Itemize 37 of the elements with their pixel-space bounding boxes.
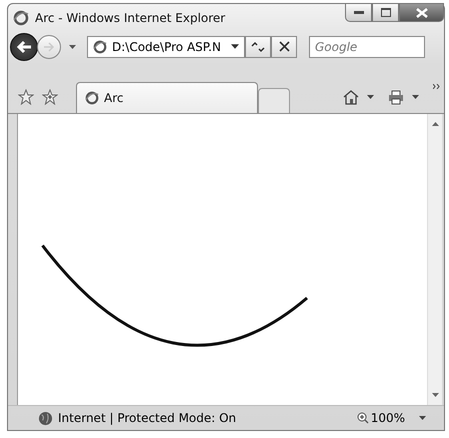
refresh-icon [251, 40, 265, 52]
printer-icon[interactable] [388, 89, 404, 105]
chevron-icon[interactable] [433, 84, 441, 89]
dropdown-caret-icon[interactable] [69, 44, 76, 48]
refresh-button[interactable] [245, 36, 271, 58]
home-icon[interactable] [343, 89, 359, 105]
maximize-icon [380, 8, 390, 17]
maximize-button[interactable] [372, 3, 399, 22]
globe-icon [85, 91, 99, 105]
address-field[interactable]: D:\Code\Pro ASP.N [87, 36, 245, 58]
globe-icon [38, 410, 53, 426]
dropdown-caret-icon[interactable] [367, 95, 374, 99]
security-zone-text: Internet | Protected Mode: On [58, 411, 236, 425]
add-star-icon[interactable] [42, 89, 58, 105]
dropdown-caret-icon[interactable] [419, 416, 426, 420]
globe-icon [13, 10, 29, 26]
back-button[interactable] [10, 32, 38, 60]
star-icon[interactable] [18, 89, 34, 105]
globe-icon [93, 40, 107, 54]
stop-icon [278, 41, 290, 52]
window-title: Arc - Windows Internet Explorer [35, 10, 226, 24]
forward-arrow-icon [43, 42, 55, 52]
minimize-icon [354, 10, 364, 14]
back-arrow-icon [16, 40, 32, 54]
zoom-icon[interactable] [356, 412, 369, 424]
dropdown-caret-icon[interactable] [412, 95, 419, 99]
search-field[interactable]: Google [309, 36, 425, 58]
close-button[interactable] [399, 3, 444, 22]
zoom-level-text[interactable]: 100% [370, 411, 405, 425]
minimize-button[interactable] [345, 3, 372, 22]
tab[interactable]: Arc [76, 82, 258, 113]
scroll-down-icon[interactable] [432, 393, 438, 397]
stop-button[interactable] [271, 36, 297, 58]
scrollbar[interactable] [427, 114, 442, 405]
scroll-up-icon[interactable] [432, 122, 438, 126]
dropdown-caret-icon[interactable] [231, 44, 239, 49]
close-icon [416, 8, 428, 18]
